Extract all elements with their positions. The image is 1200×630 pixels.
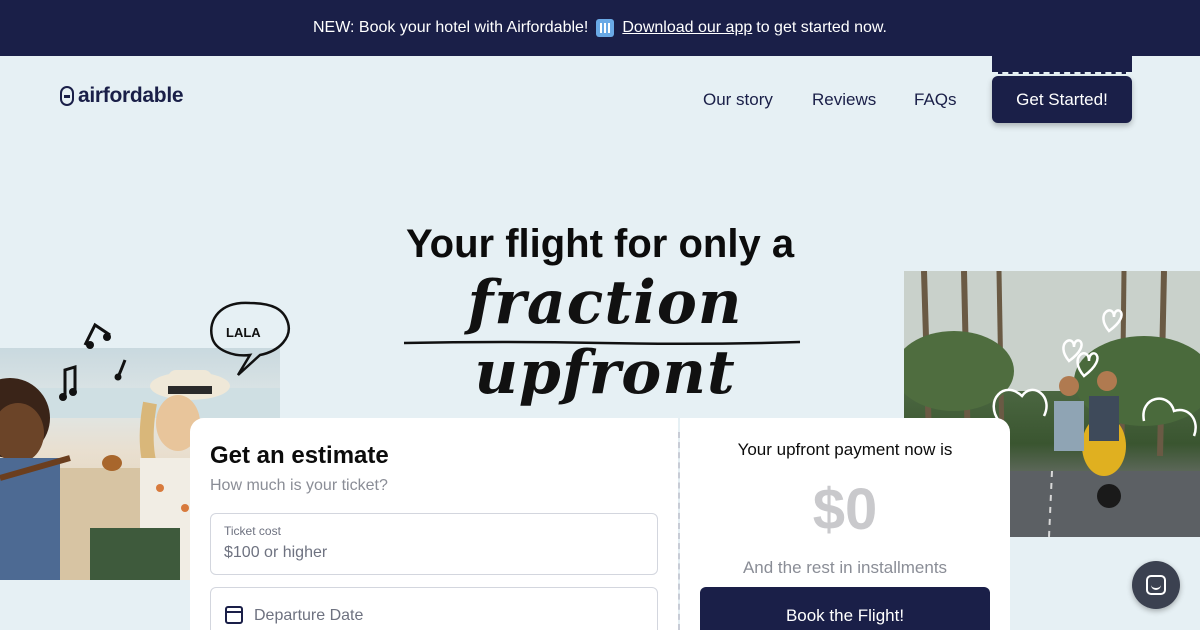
estimate-title: Get an estimate <box>210 442 389 469</box>
ticket-cost-label: Ticket cost <box>224 524 281 538</box>
chat-icon <box>1146 575 1166 595</box>
get-started-button[interactable]: Get Started! <box>992 76 1132 123</box>
departure-date-placeholder: Departure Date <box>254 607 364 624</box>
hotel-icon <box>596 19 615 37</box>
music-doodles: LALA <box>59 301 291 401</box>
nav-link-faqs[interactable]: FAQs <box>914 90 957 110</box>
script-underline <box>403 340 801 346</box>
announcement-text-after: to get started now. <box>756 19 887 36</box>
estimate-card: Get an estimate How much is your ticket?… <box>190 418 678 630</box>
book-flight-button[interactable]: Book the Flight! <box>700 587 990 630</box>
calendar-icon <box>225 606 243 624</box>
payment-rest-text: And the rest in installments <box>742 558 948 577</box>
ticket-cost-field[interactable]: Ticket cost <box>210 513 658 575</box>
payment-card: Your upfront payment now is $0 And the r… <box>680 418 1010 630</box>
payment-amount: $0 <box>812 477 878 542</box>
nav-link-our-story[interactable]: Our story <box>703 90 773 110</box>
hero-title: Your flight for only a <box>405 222 795 266</box>
brand-logo[interactable]: airfordable <box>60 84 184 108</box>
logo-icon <box>60 86 74 106</box>
cta-tab-decoration <box>992 56 1132 74</box>
announcement-text: NEW: Book your hotel with Airfordable! <box>312 19 589 36</box>
announcement-bar: NEW: Book your hotel with Airfordable! D… <box>0 0 1200 56</box>
nav-link-reviews[interactable]: Reviews <box>812 90 876 110</box>
chat-launcher-button[interactable] <box>1132 561 1180 609</box>
estimate-subtitle: How much is your ticket? <box>210 477 388 494</box>
departure-date-field[interactable]: Departure Date <box>210 587 658 630</box>
hero-script-text: fraction upfront <box>467 268 743 408</box>
download-app-link[interactable]: Download our app <box>622 19 752 37</box>
brand-name: airfordable <box>78 84 184 107</box>
lala-text: LALA <box>226 325 261 340</box>
navbar: airfordable Our story Reviews FAQs Get S… <box>0 56 1200 146</box>
payment-title: Your upfront payment now is <box>737 440 953 459</box>
ticket-cost-input[interactable] <box>224 544 624 562</box>
